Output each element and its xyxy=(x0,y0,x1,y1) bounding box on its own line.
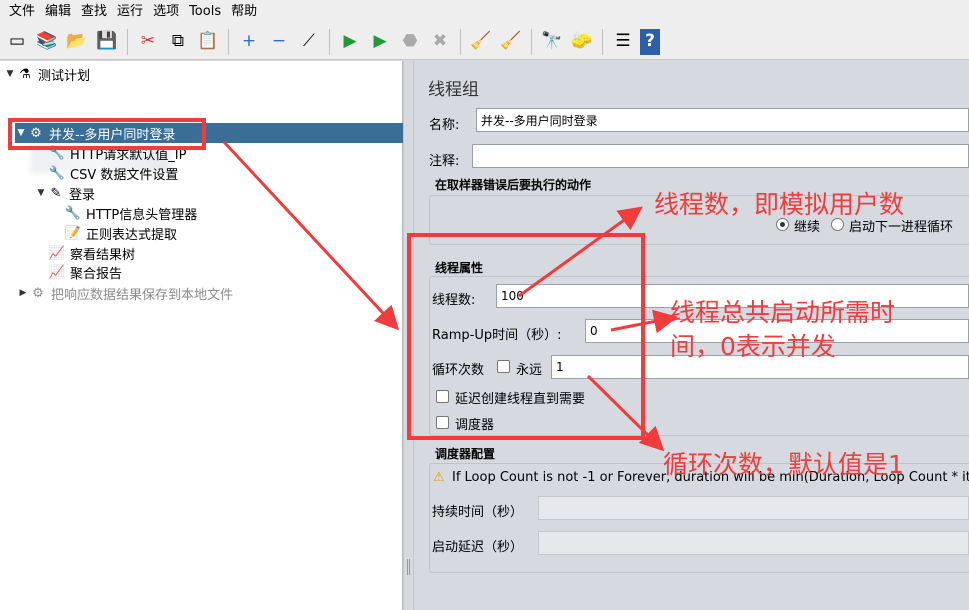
tree-node-label: 聚合报告 xyxy=(70,266,123,282)
help-icon[interactable]: ? xyxy=(640,28,660,55)
tree-node-label: 正则表达式提取 xyxy=(86,227,178,243)
splitter-grip[interactable] xyxy=(407,559,410,575)
toolbar: ▭ 📚 📂 💾 ✂ ⧉ 📋 + − ⟋ ▶ ▶ ⬣ ✖ 🧹 🧹 🔭 🧽 ☰? xyxy=(0,24,969,60)
open-icon[interactable]: 📂 xyxy=(64,29,90,55)
toolbar-separator xyxy=(460,28,461,55)
name-field[interactable]: 并发--多用户同时登录 xyxy=(476,108,969,132)
scheduler-config-title: 调度器配置 xyxy=(435,447,496,461)
tree-node-label: HTTP信息头管理器 xyxy=(86,207,198,223)
toolbar-separator xyxy=(531,28,532,55)
pipette-icon: ✎ xyxy=(50,185,62,201)
toolbar-separator xyxy=(329,28,330,55)
menu-item[interactable]: 选项 xyxy=(148,0,184,24)
expand-arrow-icon[interactable]: ▼ xyxy=(4,69,16,79)
loop-annotation: 循环次数，默认值是1 xyxy=(663,450,904,479)
startup-delay-field xyxy=(538,531,969,555)
shutdown-icon[interactable]: ✖ xyxy=(427,29,453,55)
clear-icon[interactable]: 🧹 xyxy=(468,29,494,55)
menu-item[interactable]: 编辑 xyxy=(40,0,76,24)
start-no-pauses-icon[interactable]: ▶ xyxy=(367,29,393,55)
reset-search-icon[interactable]: 🧽 xyxy=(569,29,595,55)
tree-node-test-plan[interactable]: ▼ ⚗ 测试计划 xyxy=(4,64,90,84)
startup-delay-label: 启动延迟（秒） xyxy=(432,540,524,555)
save-icon[interactable]: 💾 xyxy=(94,29,120,55)
collapse-icon[interactable]: − xyxy=(266,29,292,55)
menu-item[interactable]: 帮助 xyxy=(226,0,262,24)
expand-arrow-icon[interactable]: ▼ xyxy=(35,188,47,198)
menu-item[interactable]: Tools xyxy=(184,0,226,24)
tree-node-label: 察看结果树 xyxy=(70,247,136,263)
menu-item[interactable]: 查找 xyxy=(76,0,112,24)
tree-node-csv-config[interactable]: 🔧 CSV 数据文件设置 xyxy=(48,163,178,183)
comment-field[interactable] xyxy=(472,144,969,168)
chart-icon: 📈 xyxy=(48,245,66,261)
thread-props-highlight-box xyxy=(407,233,645,440)
name-label: 名称: xyxy=(429,118,460,133)
tree-node-label: 测试计划 xyxy=(38,68,91,84)
comment-label: 注释: xyxy=(429,154,460,169)
tree-node-aggregate-report[interactable]: 📈 聚合报告 xyxy=(48,262,122,282)
tree-node-label: CSV 数据文件设置 xyxy=(70,167,179,183)
warning-icon: ⚠ xyxy=(433,470,445,485)
function-helper-icon[interactable]: ☰ xyxy=(610,29,636,55)
toolbar-separator xyxy=(127,28,128,55)
start-icon[interactable]: ▶ xyxy=(337,29,363,55)
toolbar-separator xyxy=(602,28,603,55)
tree-node-label: 把响应数据结果保存到本地文件 xyxy=(51,287,234,303)
cut-icon[interactable]: ✂ xyxy=(135,29,161,55)
new-icon[interactable]: ▭ xyxy=(4,29,30,55)
tree-node-header-manager[interactable]: 🔧 HTTP信息头管理器 xyxy=(64,203,197,223)
expand-icon[interactable]: + xyxy=(236,29,262,55)
menu-item[interactable]: 文件 xyxy=(4,0,40,24)
threads-annotation: 线程数，即模拟用户数 xyxy=(654,190,905,219)
stop-icon[interactable]: ⬣ xyxy=(397,29,423,55)
tree-node-results-tree[interactable]: 📈 察看结果树 xyxy=(48,243,135,263)
tree-node-label: 登录 xyxy=(69,187,96,203)
tree-highlight-box xyxy=(8,118,206,150)
toolbar-separator xyxy=(228,28,229,55)
panel-title: 线程组 xyxy=(428,80,479,100)
tree-node-save-responses[interactable]: ▶ ⚙ 把响应数据结果保存到本地文件 xyxy=(17,283,233,303)
duration-label: 持续时间（秒） xyxy=(432,505,524,520)
wrench-icon: 🔧 xyxy=(48,165,66,181)
gear-icon: ⚙ xyxy=(32,285,44,301)
expand-arrow-icon[interactable]: ▶ xyxy=(17,288,29,298)
clear-all-icon[interactable]: 🧹 xyxy=(498,29,524,55)
paste-icon[interactable]: 📋 xyxy=(195,29,221,55)
tree-node-regex-extractor[interactable]: 📝 正则表达式提取 xyxy=(64,223,177,243)
copy-icon[interactable]: ⧉ xyxy=(165,29,191,55)
rampup-annotation-line1: 线程总共启动所需时 xyxy=(670,298,896,327)
chart-icon: 📈 xyxy=(48,264,66,280)
menu-item[interactable]: 运行 xyxy=(112,0,148,24)
duration-field xyxy=(538,496,969,520)
tree-node-login[interactable]: ▼ ✎ 登录 xyxy=(35,183,95,203)
search-icon[interactable]: 🔭 xyxy=(539,29,565,55)
edit-document-icon: 📝 xyxy=(64,225,82,241)
templates-icon[interactable]: 📚 xyxy=(34,29,60,55)
flask-icon: ⚗ xyxy=(19,66,31,82)
menu-bar: 文件 编辑 查找 运行 选项 Tools 帮助 xyxy=(0,0,969,24)
wrench-icon: 🔧 xyxy=(64,205,82,221)
error-action-title: 在取样器错误后要执行的动作 xyxy=(435,178,592,192)
rampup-annotation-line2: 间，0表示并发 xyxy=(670,332,836,361)
toggle-icon[interactable]: ⟋ xyxy=(296,29,322,55)
